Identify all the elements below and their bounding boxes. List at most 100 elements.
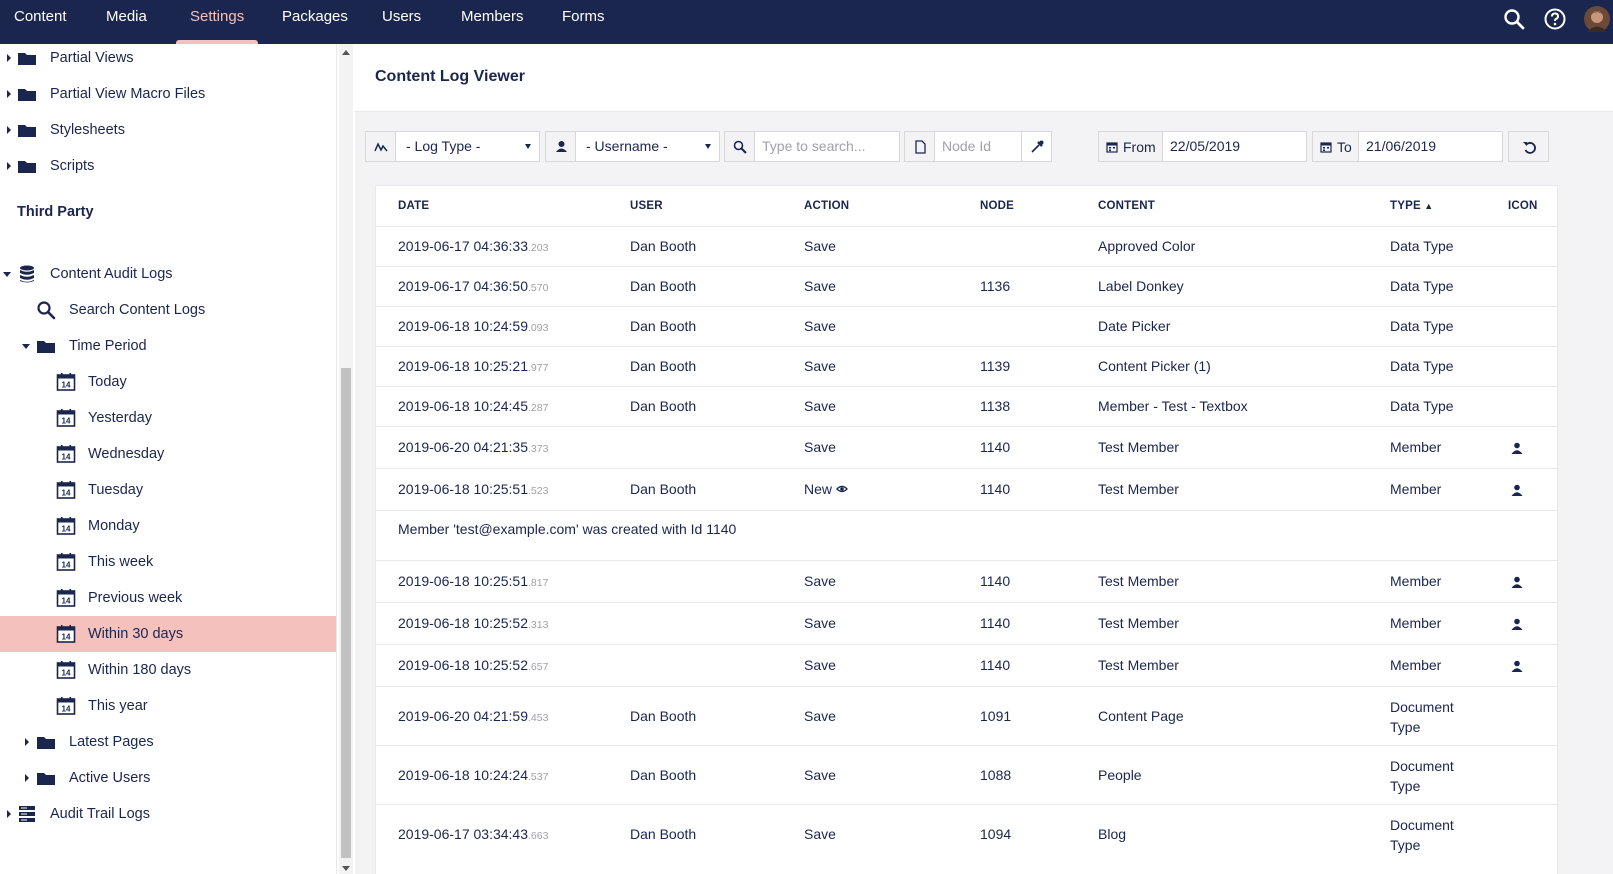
to-addon: To xyxy=(1312,131,1359,162)
eye-icon[interactable] xyxy=(836,484,848,494)
table-row[interactable]: 2019-06-18 10:25:51.523 Dan Booth New 1140 T… xyxy=(376,468,1557,510)
tree-item-audit-trail-logs[interactable]: Audit Trail Logs xyxy=(0,796,336,832)
cell-content: Test Member xyxy=(1098,615,1179,631)
cell-date-time: 2019-06-18 10:25:52 xyxy=(398,615,528,631)
nav-packages[interactable]: Packages xyxy=(268,0,362,44)
tree-item-period[interactable]: 14 Within 180 days xyxy=(0,652,336,688)
node-id-input[interactable]: Node Id xyxy=(934,131,1022,162)
cell-type: Document Type xyxy=(1390,757,1454,794)
column-header-user[interactable]: USER xyxy=(630,200,663,212)
column-header-date[interactable]: DATE xyxy=(398,200,429,212)
scrollbar-thumb[interactable] xyxy=(341,368,351,858)
tree-item-period[interactable]: 14 This week xyxy=(0,544,336,580)
table-row[interactable]: 2019-06-18 10:24:24.537 Dan Booth Save 1088… xyxy=(376,745,1557,804)
caret-down-icon[interactable] xyxy=(2,256,12,292)
table-row[interactable]: 2019-06-18 10:25:21.977 Dan Booth Save 1139… xyxy=(376,346,1557,386)
scroll-up-arrow[interactable] xyxy=(342,50,350,55)
calendar-day-number: 14 xyxy=(62,561,71,570)
cell-content: Content Picker (1) xyxy=(1098,358,1211,374)
caret-right-icon[interactable] xyxy=(22,760,32,796)
sort-asc-icon: ▲ xyxy=(1424,201,1434,211)
section-title-third-party: Third Party xyxy=(17,204,94,220)
cell-action: New xyxy=(804,481,848,497)
nav-settings[interactable]: Settings xyxy=(176,0,259,44)
tree-item-period[interactable]: 14 Tuesday xyxy=(0,472,336,508)
cell-node: 1088 xyxy=(980,766,1012,783)
member-icon xyxy=(1511,484,1523,496)
server-icon xyxy=(19,806,35,822)
to-date-input[interactable]: 21/06/2019 xyxy=(1358,131,1503,162)
table-row[interactable]: 2019-06-18 10:25:51.817 Save 1140 Test Memb… xyxy=(376,560,1557,602)
nav-forms[interactable]: Forms xyxy=(548,0,619,44)
scroll-down-arrow[interactable] xyxy=(342,866,350,871)
folder-icon xyxy=(37,737,55,749)
tree-item-search-content-logs[interactable]: Search Content Logs xyxy=(0,292,336,328)
table-row[interactable]: 2019-06-17 04:36:50.570 Dan Booth Save 1136… xyxy=(376,266,1557,306)
log-type-select[interactable]: - Log Type - xyxy=(395,131,540,162)
column-header-content[interactable]: CONTENT xyxy=(1098,200,1155,212)
column-header-icon[interactable]: ICON xyxy=(1508,200,1538,212)
user-avatar[interactable] xyxy=(1584,6,1610,32)
node-picker-button[interactable] xyxy=(1021,131,1052,162)
tree-item-period[interactable]: 14 Today xyxy=(0,364,336,400)
caret-right-icon[interactable] xyxy=(22,724,32,760)
table-row[interactable]: 2019-06-20 04:21:59.453 Dan Booth Save 1091… xyxy=(376,686,1557,745)
tree-item-period[interactable]: 14 This year xyxy=(0,688,336,724)
help-icon[interactable] xyxy=(1543,7,1567,31)
nav-members[interactable]: Members xyxy=(447,0,538,44)
table-row[interactable]: 2019-06-18 10:25:52.657 Save 1140 Test Memb… xyxy=(376,644,1557,686)
table-row[interactable]: 2019-06-18 10:24:59.093 Dan Booth Save Date… xyxy=(376,306,1557,346)
nav-content[interactable]: Content xyxy=(0,0,81,44)
cell-node: 1091 xyxy=(980,707,1012,724)
from-date-input[interactable]: 22/05/2019 xyxy=(1162,131,1307,162)
caret-right-icon[interactable] xyxy=(4,76,14,112)
reset-button[interactable] xyxy=(1508,131,1549,162)
cell-action: Save xyxy=(804,615,836,631)
caret-right-icon[interactable] xyxy=(4,796,14,832)
tree-item-time-period[interactable]: Time Period xyxy=(0,328,336,364)
document-icon xyxy=(915,140,926,154)
tree-item-content-audit-logs[interactable]: Content Audit Logs xyxy=(0,256,336,292)
column-header-node[interactable]: NODE xyxy=(980,200,1014,212)
folder-icon xyxy=(18,125,36,137)
tree-item-scripts[interactable]: Scripts xyxy=(0,148,336,184)
caret-right-icon[interactable] xyxy=(4,148,14,184)
cell-date-ms: .203 xyxy=(528,242,549,254)
tree-item-period[interactable]: 14 Within 30 days xyxy=(0,616,336,652)
table-row[interactable]: 2019-06-20 04:21:35.373 Save 1140 Test Memb… xyxy=(376,426,1557,468)
caret-down-icon[interactable] xyxy=(21,328,31,364)
cell-content: Test Member xyxy=(1098,439,1179,455)
caret-right-icon[interactable] xyxy=(4,112,14,148)
cell-content: Content Page xyxy=(1098,707,1184,724)
cell-date-ms: .373 xyxy=(528,443,549,455)
table-row[interactable]: 2019-06-18 10:24:45.287 Dan Booth Save 1138… xyxy=(376,386,1557,426)
tree-item-latest-pages[interactable]: Latest Pages xyxy=(0,724,336,760)
tree-item-stylesheets[interactable]: Stylesheets xyxy=(0,112,336,148)
tree-item-period[interactable]: 14 Monday xyxy=(0,508,336,544)
table-row[interactable]: 2019-06-17 04:36:33.203 Dan Booth Save Appr… xyxy=(376,226,1557,266)
search-input[interactable]: Type to search... xyxy=(754,131,900,162)
tree-item-period[interactable]: 14 Previous week xyxy=(0,580,336,616)
cell-type: Member xyxy=(1390,573,1442,589)
tree-item-period[interactable]: 14 Yesterday xyxy=(0,400,336,436)
table-row[interactable]: 2019-06-17 03:34:43.663 Dan Booth Save 1094… xyxy=(376,804,1557,863)
username-select[interactable]: - Username - xyxy=(575,131,720,162)
log-comment: Member 'test@example.com' was created wi… xyxy=(398,521,737,537)
tree-item-label: Partial View Macro Files xyxy=(50,86,206,102)
sidebar-scrollbar[interactable] xyxy=(339,44,353,874)
column-header-type[interactable]: TYPE ▲ xyxy=(1390,200,1433,212)
table-row[interactable]: 2019-06-18 10:25:52.313 Save 1140 Test Memb… xyxy=(376,602,1557,644)
nav-media[interactable]: Media xyxy=(92,0,161,44)
search-addon xyxy=(724,131,755,162)
search-icon[interactable] xyxy=(1502,7,1526,31)
tree-item-label: This year xyxy=(88,698,148,714)
tree-item-partial-view-macro-files[interactable]: Partial View Macro Files xyxy=(0,76,336,112)
tree-item-active-users[interactable]: Active Users xyxy=(0,760,336,796)
caret-right-icon[interactable] xyxy=(4,44,14,76)
column-header-action[interactable]: ACTION xyxy=(804,200,849,212)
activity-icon xyxy=(374,142,388,152)
cell-action: Save xyxy=(804,238,836,254)
nav-users[interactable]: Users xyxy=(368,0,435,44)
tree-item-period[interactable]: 14 Wednesday xyxy=(0,436,336,472)
tree-item-partial-views[interactable]: Partial Views xyxy=(0,44,336,76)
